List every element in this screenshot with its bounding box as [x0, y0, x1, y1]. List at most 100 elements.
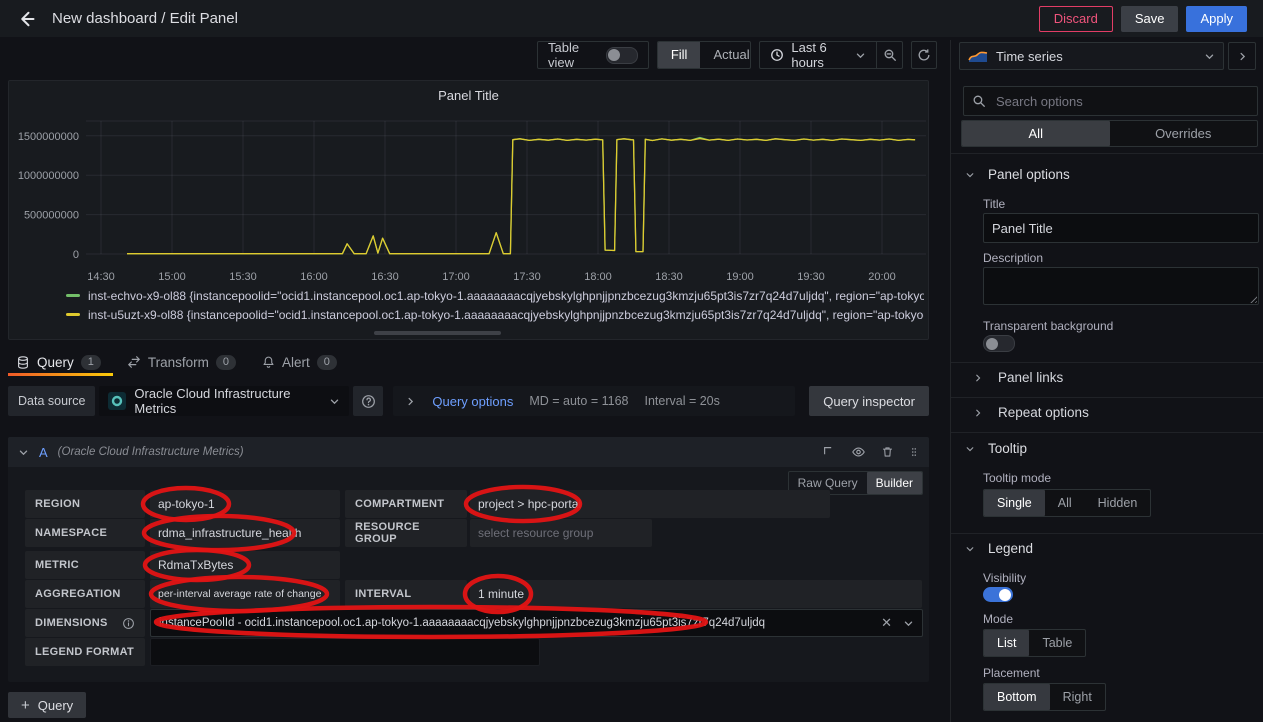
- datasource-picker[interactable]: Oracle Cloud Infrastructure Metrics: [99, 386, 349, 416]
- zoom-out-icon: [883, 48, 897, 62]
- tooltip-mode-group: Single All Hidden: [983, 489, 1151, 517]
- visualization-picker[interactable]: Time series: [959, 42, 1224, 70]
- compartment-label: COMPARTMENT: [345, 490, 467, 518]
- tooltip-mode-hidden[interactable]: Hidden: [1085, 490, 1151, 516]
- aggregation-value[interactable]: per-interval average rate of change: [150, 580, 340, 608]
- add-query-button[interactable]: + Query: [8, 692, 86, 718]
- chevron-down-icon: [965, 544, 975, 554]
- tab-transform[interactable]: Transform 0: [127, 355, 236, 370]
- panel-title: Panel Title: [9, 81, 928, 108]
- refresh-button[interactable]: [911, 41, 937, 69]
- datasource-label: Data source: [8, 386, 95, 416]
- panel-toolbar: Table view Fill Actual Last 6 hours: [537, 41, 937, 69]
- legend-scrollbar[interactable]: [374, 331, 501, 335]
- legend-format-label: LEGEND FORMAT: [25, 638, 145, 666]
- clock-icon: [770, 48, 784, 62]
- description-textarea[interactable]: [983, 267, 1259, 305]
- zoom-out-button[interactable]: [876, 42, 902, 68]
- datasource-help-button[interactable]: [353, 386, 383, 416]
- legend-item[interactable]: inst-echvo-x9-ol88 {instancepoolid="ocid…: [17, 286, 924, 305]
- legend-mode-table[interactable]: Table: [1029, 630, 1085, 656]
- chevron-right-icon: [405, 396, 416, 407]
- tab-alert[interactable]: Alert 0: [262, 355, 337, 370]
- back-arrow-icon[interactable]: [16, 9, 36, 29]
- query-options-toggle[interactable]: Query options MD = auto = 1168 Interval …: [393, 386, 795, 416]
- chevron-right-icon: [973, 373, 983, 383]
- legend-placement-bottom[interactable]: Bottom: [984, 684, 1050, 710]
- chevron-down-icon: [965, 444, 975, 454]
- chevron-right-icon: [973, 408, 983, 418]
- tab-query[interactable]: Query 1: [16, 355, 101, 370]
- table-view-toggle[interactable]: [606, 47, 638, 64]
- query-options-label: Query options: [432, 394, 513, 409]
- options-pane: Time series All Overrides: [950, 40, 1263, 722]
- tooltip-heading: Tooltip: [988, 441, 1027, 456]
- tooltip-mode-single[interactable]: Single: [984, 490, 1045, 516]
- series-color-swatch: [66, 313, 80, 316]
- tab-alert-label: Alert: [282, 355, 310, 370]
- query-row-header[interactable]: A (Oracle Cloud Infrastructure Metrics): [8, 437, 929, 467]
- repeat-options-section[interactable]: Repeat options: [973, 405, 1089, 420]
- query-inspector-button[interactable]: Query inspector: [809, 386, 929, 416]
- svg-text:0: 0: [73, 249, 79, 261]
- query-count-badge: 1: [81, 355, 101, 370]
- interval-value[interactable]: 1 minute: [470, 580, 922, 608]
- editor-tabs: Query 1 Transform 0 Alert 0: [16, 349, 337, 375]
- pane-collapse-button[interactable]: [1228, 42, 1256, 70]
- svg-text:19:30: 19:30: [797, 271, 825, 283]
- legend-item[interactable]: inst-u5uzt-x9-ol88 {instancepoolid="ocid…: [17, 305, 924, 324]
- series-label: inst-echvo-x9-ol88 {instancepoolid="ocid…: [88, 289, 924, 303]
- builder-option[interactable]: Builder: [867, 472, 922, 494]
- clear-dimensions-icon[interactable]: ✕: [881, 615, 892, 631]
- chevron-right-icon: [1237, 51, 1248, 62]
- time-range-picker[interactable]: Last 6 hours: [760, 42, 876, 68]
- info-circle-icon[interactable]: [122, 617, 135, 630]
- svg-text:1500000000: 1500000000: [18, 131, 79, 143]
- chevron-down-icon: [903, 618, 914, 629]
- search-icon: [972, 94, 986, 108]
- drag-handle-icon[interactable]: [909, 445, 919, 459]
- section-panel-options[interactable]: Panel options: [965, 167, 1070, 182]
- compartment-value[interactable]: project > hpc-portal: [470, 490, 830, 518]
- legend-visibility-toggle[interactable]: [983, 587, 1013, 602]
- delete-query-trash-icon[interactable]: [881, 445, 894, 459]
- legend-mode-group: List Table: [983, 629, 1086, 657]
- discard-button[interactable]: Discard: [1039, 6, 1113, 32]
- panel-title-input[interactable]: [983, 213, 1259, 243]
- tooltip-mode-all[interactable]: All: [1045, 490, 1085, 516]
- section-legend[interactable]: Legend: [965, 541, 1033, 556]
- section-tooltip[interactable]: Tooltip: [965, 441, 1027, 456]
- tab-overrides[interactable]: Overrides: [1110, 121, 1258, 146]
- save-button[interactable]: Save: [1121, 6, 1179, 32]
- tab-all[interactable]: All: [962, 121, 1110, 146]
- actual-option[interactable]: Actual: [700, 42, 751, 68]
- time-series-viz-icon: [968, 49, 988, 64]
- hide-query-eye-icon[interactable]: [851, 445, 866, 459]
- region-value[interactable]: ap-tokyo-1: [150, 490, 340, 518]
- query-ref-id: A: [39, 445, 48, 460]
- bell-icon: [262, 355, 275, 369]
- aggregation-label: AGGREGATION: [25, 580, 145, 608]
- duplicate-query-icon[interactable]: [822, 445, 836, 459]
- namespace-value[interactable]: rdma_infrastructure_health: [150, 519, 340, 547]
- chevron-down-icon: [18, 447, 29, 458]
- region-label: REGION: [25, 490, 145, 518]
- query-row-actions: [822, 445, 919, 459]
- svg-text:1000000000: 1000000000: [18, 170, 79, 182]
- legend-placement-right[interactable]: Right: [1050, 684, 1105, 710]
- namespace-label: NAMESPACE: [25, 519, 145, 547]
- legend-format-input[interactable]: [150, 638, 540, 666]
- metric-value[interactable]: RdmaTxBytes: [150, 551, 340, 579]
- time-series-chart[interactable]: 05000000001000000000150000000014:3015:00…: [9, 109, 928, 285]
- legend-mode-list[interactable]: List: [984, 630, 1029, 656]
- transparent-background-toggle[interactable]: [983, 335, 1015, 352]
- apply-button[interactable]: Apply: [1186, 6, 1247, 32]
- options-search-input[interactable]: [994, 93, 1249, 110]
- dimensions-select[interactable]: instancePoolId - ocid1.instancepool.oc1.…: [150, 609, 923, 637]
- resource-group-value[interactable]: select resource group: [470, 519, 652, 547]
- fill-option[interactable]: Fill: [658, 42, 701, 68]
- divider: [951, 533, 1263, 534]
- options-search: [963, 86, 1258, 116]
- panel-links-section[interactable]: Panel links: [973, 370, 1063, 385]
- svg-text:18:30: 18:30: [655, 271, 683, 283]
